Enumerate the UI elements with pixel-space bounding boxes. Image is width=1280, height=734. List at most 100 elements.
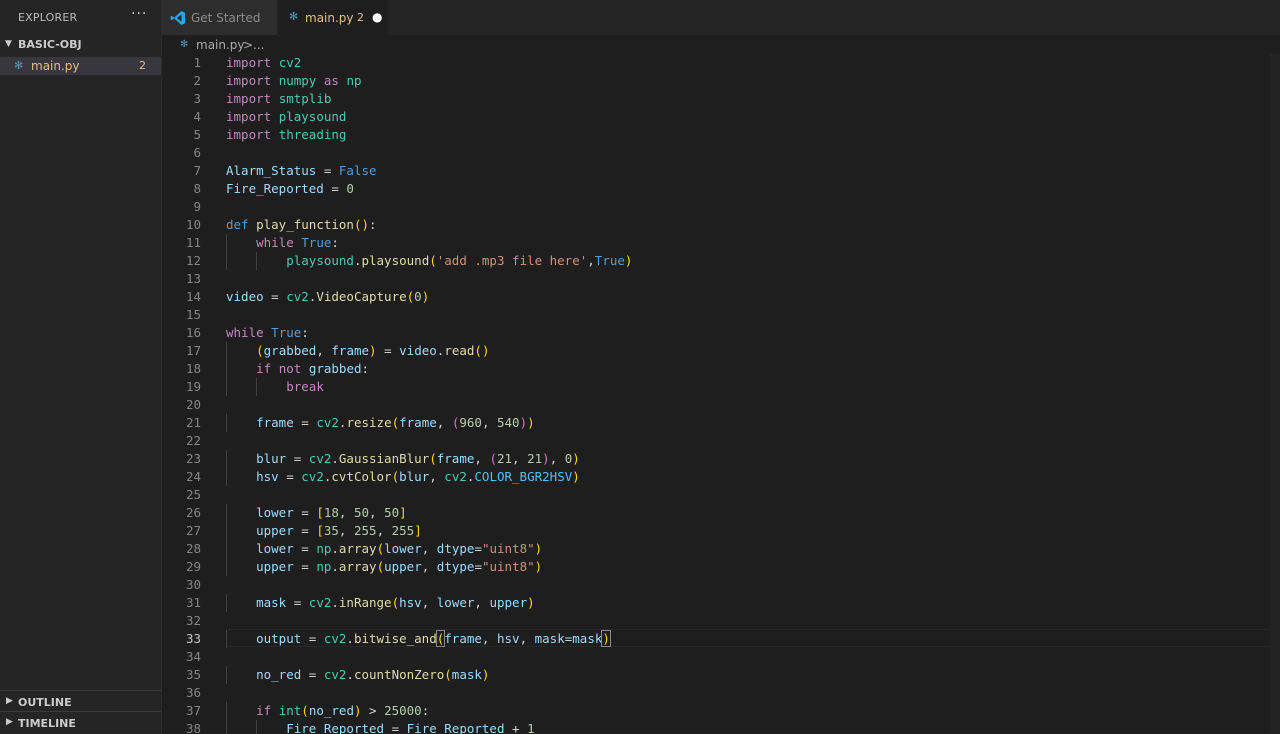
code-line[interactable]: 11 while True: xyxy=(161,234,1280,252)
code-line[interactable]: 13 xyxy=(161,270,1280,288)
line-number: 25 xyxy=(185,487,201,502)
code-line[interactable]: 9 xyxy=(161,198,1280,216)
code-text: upper = np.array(upper, dtype="uint8") xyxy=(256,559,543,574)
code-text: video = cv2.VideoCapture(0) xyxy=(226,289,430,304)
line-number: 30 xyxy=(185,577,201,592)
timeline-section[interactable]: ▶ TIMELINE xyxy=(0,711,161,733)
tab-label: main.py xyxy=(305,11,354,25)
line-number: 2 xyxy=(193,73,201,88)
code-line[interactable]: 26 lower = [18, 50, 50] xyxy=(161,504,1280,522)
folder-basic-obj[interactable]: ▼ BASIC-OBJ xyxy=(0,36,161,54)
code-line[interactable]: 5 import threading xyxy=(161,126,1280,144)
code-line[interactable]: 21 frame = cv2.resize(frame, (960, 540)) xyxy=(161,414,1280,432)
code-text: if not grabbed: xyxy=(256,361,370,376)
editor-scrollbar[interactable] xyxy=(1270,54,1280,734)
code-line[interactable]: 38 Fire_Reported = Fire_Reported + 1 xyxy=(161,720,1280,734)
line-number: 10 xyxy=(185,217,201,232)
tab-label: Get Started xyxy=(191,11,261,25)
code-line[interactable]: 30 xyxy=(161,576,1280,594)
code-line[interactable]: 7 Alarm_Status = False xyxy=(161,162,1280,180)
code-line[interactable]: 8 Fire_Reported = 0 xyxy=(161,180,1280,198)
python-icon: ✻ xyxy=(14,59,24,72)
code-line[interactable]: 33 output = cv2.bitwise_and(frame, hsv, … xyxy=(161,630,1280,648)
tab-bar: Get Started ✻ main.py 2 ● xyxy=(161,0,1280,35)
line-number: 19 xyxy=(185,379,201,394)
line-number: 3 xyxy=(193,91,201,106)
code-line[interactable]: 36 xyxy=(161,684,1280,702)
code-line[interactable]: 2 import numpy as np xyxy=(161,72,1280,90)
line-number: 12 xyxy=(185,253,201,268)
code-line[interactable]: 32 xyxy=(161,612,1280,630)
problem-count-badge: 2 xyxy=(357,11,364,24)
line-number: 36 xyxy=(185,685,201,700)
breadcrumb-symbols[interactable]: ... xyxy=(253,38,264,52)
code-line[interactable]: 23 blur = cv2.GaussianBlur(frame, (21, 2… xyxy=(161,450,1280,468)
explorer-title: EXPLORER xyxy=(18,11,78,24)
tab-main-py[interactable]: ✻ main.py 2 ● xyxy=(278,0,388,35)
indent-guide xyxy=(256,378,258,396)
tab-get-started[interactable]: Get Started xyxy=(161,0,278,35)
indent-guide xyxy=(226,360,227,378)
line-number: 34 xyxy=(185,649,201,664)
code-text: def play_function(): xyxy=(226,217,377,232)
problem-count-badge: 2 xyxy=(139,59,146,72)
breadcrumb-file[interactable]: main.py xyxy=(196,38,245,52)
code-line[interactable]: 6 xyxy=(161,144,1280,162)
code-line[interactable]: 17 (grabbed, frame) = video.read() xyxy=(161,342,1280,360)
code-line[interactable]: 16 while True: xyxy=(161,324,1280,342)
line-number: 9 xyxy=(193,199,201,214)
code-line[interactable]: 24 hsv = cv2.cvtColor(blur, cv2.COLOR_BG… xyxy=(161,468,1280,486)
code-text: Fire_Reported = 0 xyxy=(226,181,354,196)
code-text: import cv2 xyxy=(226,55,302,70)
code-text: mask = cv2.inRange(hsv, lower, upper) xyxy=(256,595,535,610)
code-text: if int(no_red) > 25000: xyxy=(256,703,430,718)
explorer-sidebar: EXPLORER ··· ▼ BASIC-OBJ ✻ main.py 2 ▶ O… xyxy=(0,0,162,734)
code-line[interactable]: 25 xyxy=(161,486,1280,504)
code-line[interactable]: 15 xyxy=(161,306,1280,324)
code-line[interactable]: 22 xyxy=(161,432,1280,450)
indent-guide xyxy=(226,252,227,270)
code-editor[interactable]: 1 import cv2 2 import numpy as np 3 import sm… xyxy=(161,54,1280,734)
code-line[interactable]: 12 playsound.playsound('add .mp3 file he… xyxy=(161,252,1280,270)
indent-guide xyxy=(226,558,227,576)
code-line[interactable]: 14 video = cv2.VideoCapture(0) xyxy=(161,288,1280,306)
line-number: 14 xyxy=(185,289,201,304)
code-line[interactable]: 29 upper = np.array(upper, dtype="uint8"… xyxy=(161,558,1280,576)
indent-guide xyxy=(226,378,227,396)
code-text: Fire_Reported = Fire_Reported + 1 xyxy=(286,721,535,734)
indent-guide xyxy=(256,720,258,734)
code-line[interactable]: 27 upper = [35, 255, 255] xyxy=(161,522,1280,540)
indent-guide xyxy=(226,234,227,252)
line-number: 7 xyxy=(193,163,201,178)
code-line[interactable]: 10 def play_function(): xyxy=(161,216,1280,234)
outline-section[interactable]: ▶ OUTLINE xyxy=(0,690,161,712)
code-line[interactable]: 34 xyxy=(161,648,1280,666)
code-line[interactable]: 28 lower = np.array(lower, dtype="uint8"… xyxy=(161,540,1280,558)
line-number: 31 xyxy=(185,595,201,610)
indent-guide xyxy=(226,522,227,540)
indent-guide xyxy=(226,666,227,684)
indent-guide xyxy=(226,594,227,612)
line-number: 11 xyxy=(185,235,201,250)
code-line[interactable]: 31 mask = cv2.inRange(hsv, lower, upper) xyxy=(161,594,1280,612)
indent-guide xyxy=(226,720,227,734)
indent-guide xyxy=(226,468,227,486)
code-line[interactable]: 4 import playsound xyxy=(161,108,1280,126)
code-line[interactable]: 20 xyxy=(161,396,1280,414)
code-line[interactable]: 3 import smtplib xyxy=(161,90,1280,108)
chevron-right-icon: ▶ xyxy=(6,717,13,727)
code-text: Alarm_Status = False xyxy=(226,163,377,178)
code-text: while True: xyxy=(256,235,339,250)
code-line[interactable]: 35 no_red = cv2.countNonZero(mask) xyxy=(161,666,1280,684)
ellipsis-icon[interactable]: ··· xyxy=(131,6,147,22)
code-line[interactable]: 37 if int(no_red) > 25000: xyxy=(161,702,1280,720)
unsaved-dot-icon[interactable]: ● xyxy=(372,10,382,24)
file-main-py[interactable]: ✻ main.py 2 xyxy=(0,57,161,75)
code-text: output = cv2.bitwise_and(frame, hsv, mas… xyxy=(256,630,611,647)
line-number: 24 xyxy=(185,469,201,484)
code-line[interactable]: 18 if not grabbed: xyxy=(161,360,1280,378)
code-line[interactable]: 1 import cv2 xyxy=(161,54,1280,72)
code-line[interactable]: 19 break xyxy=(161,378,1280,396)
line-number: 1 xyxy=(193,55,201,70)
file-name: main.py xyxy=(31,59,80,73)
